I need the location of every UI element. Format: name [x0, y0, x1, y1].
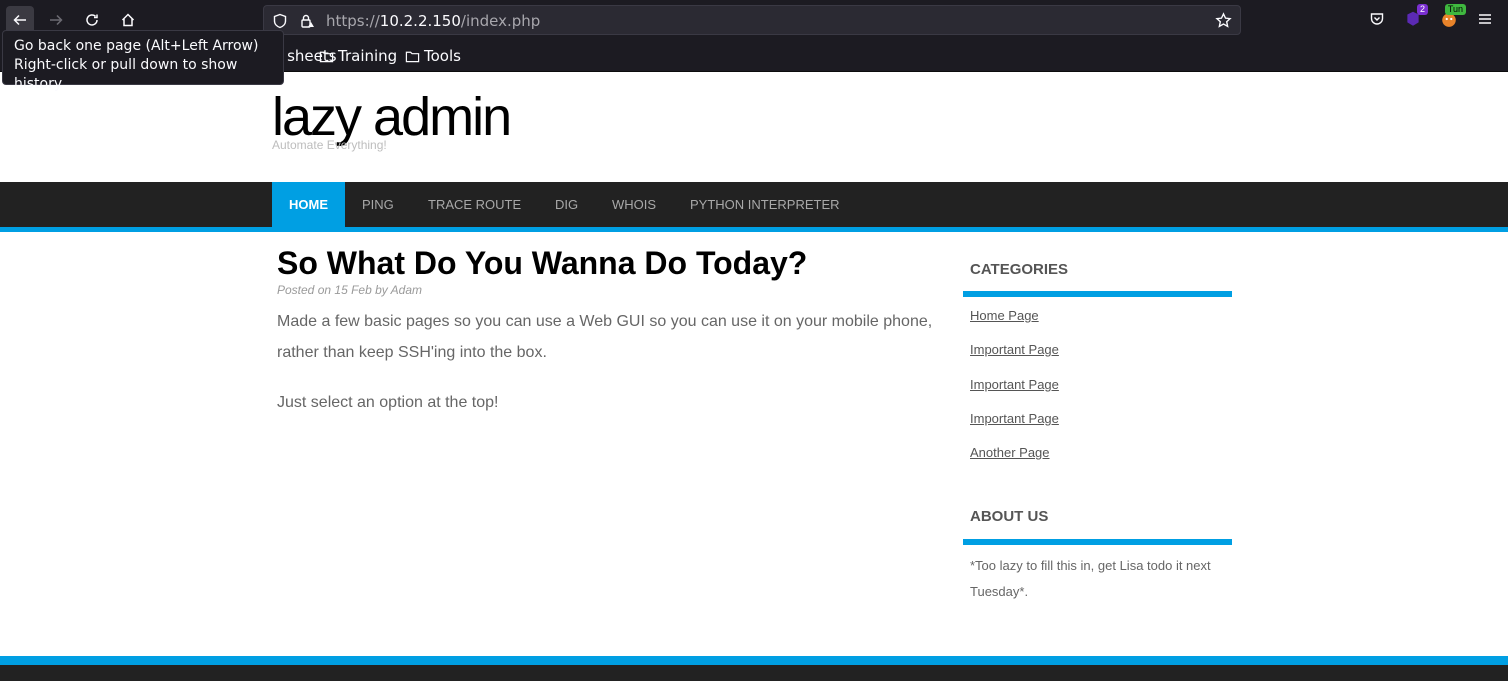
url-text[interactable]: https://10.2.2.150/index.php: [326, 12, 540, 30]
main-navigation: HOME PING TRACE ROUTE DIG WHOIS PYTHON I…: [0, 182, 1508, 227]
url-prefix: https://: [326, 12, 380, 30]
reload-icon: [86, 14, 98, 26]
about-us-title: ABOUT US: [970, 508, 1049, 525]
url-host: 10.2.2.150: [379, 12, 461, 30]
bookmark-tools[interactable]: Tools: [405, 47, 461, 65]
post-meta-by: by: [375, 283, 388, 297]
hamburger-menu-icon: [1479, 14, 1491, 24]
categories-title: CATEGORIES: [970, 261, 1069, 278]
extension-button-2[interactable]: Tun: [1438, 4, 1466, 30]
pocket-icon: [1370, 13, 1384, 25]
post-author-link[interactable]: Adam: [391, 283, 422, 297]
folder-icon: [405, 51, 420, 62]
category-link-another-page[interactable]: Another Page: [970, 445, 1050, 460]
home-icon: [121, 13, 135, 27]
footer-accent-line: [0, 656, 1508, 665]
nav-whois[interactable]: WHOIS: [595, 182, 673, 227]
post-body: Made a few basic pages so you can use a …: [277, 306, 947, 437]
post-paragraph: Made a few basic pages so you can use a …: [277, 313, 933, 361]
post-date-link[interactable]: 15 Feb: [334, 283, 371, 297]
star-icon[interactable]: [1215, 12, 1232, 29]
nav-ping[interactable]: PING: [345, 182, 411, 227]
about-us-text: *Too lazy to fill this in, get Lisa todo…: [970, 558, 1211, 599]
post-meta: Posted on 15 Feb by Adam: [277, 283, 422, 297]
extension-button[interactable]: 2: [1402, 4, 1428, 30]
post-paragraph: Just select an option at the top!: [277, 394, 499, 411]
app-menu-button[interactable]: [1474, 8, 1496, 30]
category-link-home-page[interactable]: Home Page: [970, 308, 1039, 323]
nav-home[interactable]: HOME: [272, 182, 345, 227]
about-us-divider: [963, 539, 1232, 545]
site-tagline: Automate Everything!: [272, 138, 387, 152]
arrow-right-icon: [50, 14, 63, 26]
url-path: /index.php: [460, 12, 541, 30]
category-link-important-page[interactable]: Important Page: [970, 411, 1059, 426]
tooltip-line-2: Right-click or pull down to show history: [14, 57, 238, 92]
bookmark-label: Tools: [424, 47, 461, 65]
nav-python-interpreter[interactable]: PYTHON INTERPRETER: [673, 182, 857, 227]
navbar-accent-line: [0, 227, 1508, 232]
extension-badge-2: Tun: [1444, 4, 1466, 15]
categories-divider: [963, 291, 1232, 297]
nav-dig[interactable]: DIG: [538, 182, 595, 227]
category-link-important-page[interactable]: Important Page: [970, 342, 1059, 357]
nav-trace-route[interactable]: TRACE ROUTE: [411, 182, 538, 227]
post-meta-prefix: Posted on: [277, 283, 332, 297]
shield-icon[interactable]: [272, 13, 288, 29]
footer: [0, 665, 1508, 681]
folder-icon: [319, 51, 334, 62]
category-link-important-page[interactable]: Important Page: [970, 377, 1059, 392]
lock-warning-icon[interactable]: [299, 13, 315, 29]
bookmark-label: Training: [338, 47, 398, 65]
post-title: So What Do You Wanna Do Today?: [277, 245, 808, 281]
back-button-tooltip: Go back one page (Alt+Left Arrow) Right-…: [2, 30, 284, 92]
extension-badge: 2: [1416, 4, 1428, 15]
url-bar[interactable]: https://10.2.2.150/index.php: [263, 5, 1241, 35]
arrow-left-icon: [13, 14, 26, 26]
bookmark-training[interactable]: Training: [319, 47, 397, 65]
tooltip-line-1: Go back one page (Alt+Left Arrow): [14, 38, 259, 54]
pocket-button[interactable]: [1366, 8, 1388, 30]
